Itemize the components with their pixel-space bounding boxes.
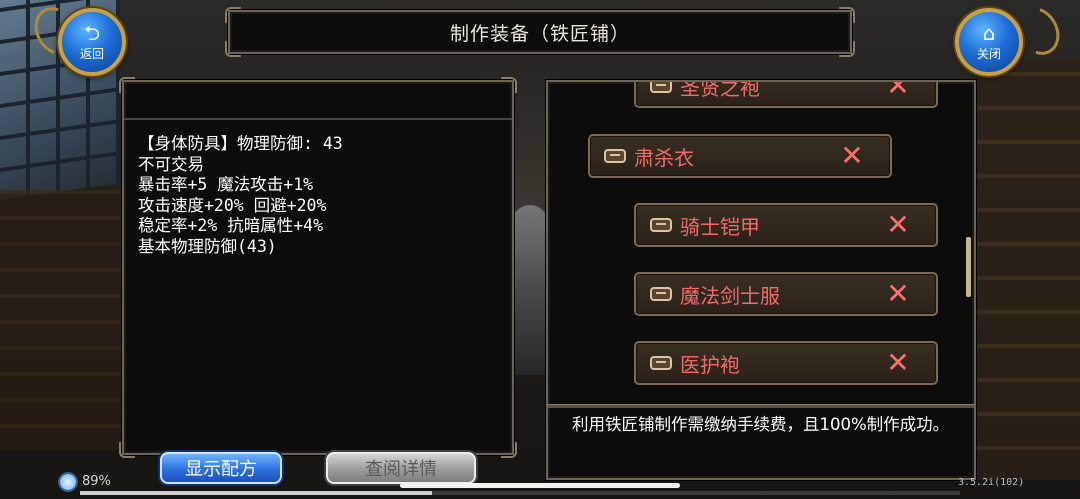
recipe-item-selected[interactable]: 肃杀衣 ✕ <box>588 134 892 178</box>
back-arrow-icon: ⮌ <box>83 20 101 45</box>
close-button[interactable]: ⌂ 关闭 <box>955 8 1023 76</box>
scroll-icon <box>650 218 672 232</box>
show-recipe-button[interactable]: 显示配方 <box>160 452 282 484</box>
view-detail-button[interactable]: 查阅详情 <box>326 452 476 484</box>
item-stat-line: 攻击速度+20% 回避+20% <box>138 195 327 215</box>
battery-icon <box>58 472 78 492</box>
item-stat-line: 稳定率+2% 抗暗属性+4% <box>138 216 324 235</box>
recipe-list[interactable]: 圣贤之袍 ✕ 肃杀衣 ✕ 骑士铠甲 ✕ 魔法剑士服 ✕ 医护袍 ✕ <box>548 82 974 404</box>
recipe-item-medic-robe[interactable]: 医护袍 ✕ <box>634 341 938 385</box>
progress-bar <box>80 491 960 495</box>
panel-divider <box>548 404 974 408</box>
unavailable-x-icon: ✕ <box>886 346 910 379</box>
item-info-header <box>124 82 512 120</box>
recipe-item-magic-swordsman-suit[interactable]: 魔法剑士服 ✕ <box>634 272 938 316</box>
fee-notice: 利用铁匠铺制作需缴纳手续费，且100%制作成功。 <box>572 415 950 434</box>
scroll-icon <box>650 356 672 370</box>
background-bookshelf-left <box>0 190 125 450</box>
recipe-item-sage-robe[interactable]: 圣贤之袍 ✕ <box>634 82 938 108</box>
back-button[interactable]: ⮌ 返回 <box>58 8 126 76</box>
home-indicator[interactable] <box>400 483 680 488</box>
home-icon: ⌂ <box>982 20 996 45</box>
unavailable-x-icon: ✕ <box>886 82 910 102</box>
item-stat-line: 暴击率+5 魔法攻击+1% <box>138 175 314 194</box>
scroll-icon <box>604 149 626 163</box>
scroll-icon <box>650 82 672 93</box>
unavailable-x-icon: ✕ <box>886 277 910 310</box>
battery-level: 89% <box>82 474 111 489</box>
unavailable-x-icon: ✕ <box>840 139 864 172</box>
recipe-list-panel: 圣贤之袍 ✕ 肃杀衣 ✕ 骑士铠甲 ✕ 魔法剑士服 ✕ 医护袍 ✕ 利用铁匠铺制… <box>546 80 976 480</box>
version-label: 3.5.2i(102) <box>958 477 1025 488</box>
scroll-icon <box>650 287 672 301</box>
item-stat-line: 基本物理防御(43) <box>138 236 277 256</box>
item-stats: 【身体防具】物理防御: 43 不可交易 暴击率+5 魔法攻击+1% 攻击速度+2… <box>138 134 343 257</box>
background-character <box>512 205 548 375</box>
page-title: 制作装备（铁匠铺） <box>449 22 630 45</box>
item-stat-line: 【身体防具】物理防御: 43 <box>138 134 343 153</box>
background-bookshelf-right <box>975 60 1080 480</box>
recipe-item-knight-armor[interactable]: 骑士铠甲 ✕ <box>634 203 938 247</box>
unavailable-x-icon: ✕ <box>886 208 910 241</box>
title-bar: 制作装备（铁匠铺） <box>225 7 855 57</box>
item-stat-line: 不可交易 <box>138 154 204 174</box>
recipe-list-scrollbar[interactable] <box>966 237 971 297</box>
item-info-panel: 【身体防具】物理防御: 43 不可交易 暴击率+5 魔法攻击+1% 攻击速度+2… <box>119 77 517 458</box>
